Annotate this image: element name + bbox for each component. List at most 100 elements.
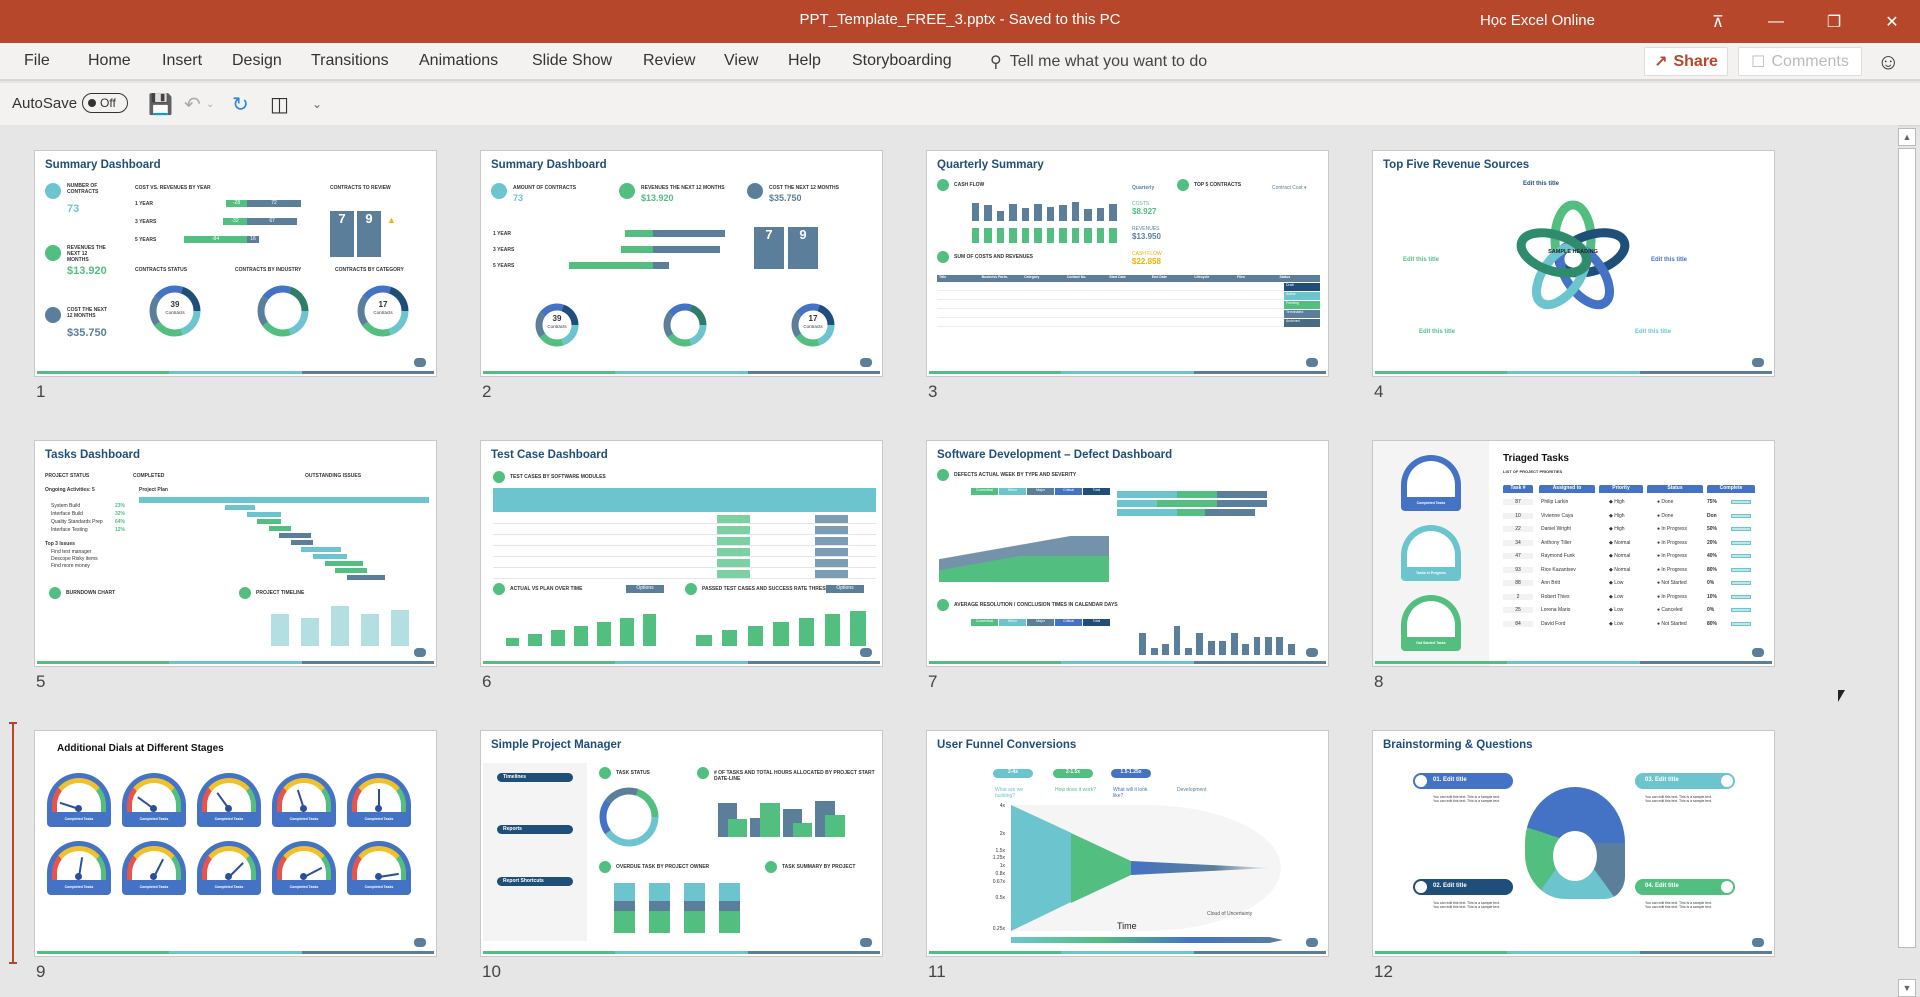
options-dropdown[interactable]: Options bbox=[626, 585, 664, 593]
slide-thumbnail[interactable]: Test Case Dashboard TEST CASES BY SOFTWAR… bbox=[480, 440, 883, 667]
tab-storyboarding[interactable]: Storyboarding bbox=[852, 52, 952, 70]
slide-thumbnail[interactable]: User Funnel Conversions 2-4x What are we b… bbox=[926, 730, 1329, 957]
scroll-down-arrow-icon[interactable]: ▼ bbox=[1898, 979, 1916, 997]
success-bar bbox=[717, 515, 750, 523]
progress-boxes bbox=[1731, 621, 1751, 626]
progress-boxes bbox=[1731, 527, 1751, 531]
section-icon bbox=[599, 861, 611, 873]
section-title: CASH FLOW bbox=[954, 182, 985, 188]
table-row: Pending bbox=[937, 301, 1320, 309]
slide-thumbnail[interactable]: Simple Project Manager Timelines Reports Re… bbox=[480, 730, 883, 957]
feedback-smiley-icon[interactable]: ☺ bbox=[1877, 49, 1899, 75]
vertical-scrollbar[interactable]: ▲ ▼ bbox=[1898, 128, 1918, 997]
tell-me-search[interactable]: ⚲ Tell me what you want to do bbox=[990, 52, 1207, 72]
section-title: AVERAGE RESOLUTION / CONCLUSION TIMES IN… bbox=[954, 602, 1118, 608]
dial-hub bbox=[150, 805, 157, 812]
table-header-cell: Status bbox=[1279, 275, 1291, 279]
save-icon[interactable]: 💾 bbox=[148, 92, 173, 117]
status: ● In Progress bbox=[1657, 553, 1687, 559]
period-label: Quarterly bbox=[1132, 185, 1155, 191]
redo-icon[interactable]: ↻ bbox=[232, 92, 249, 117]
y-tick: 0.67x bbox=[992, 879, 1005, 885]
autosave-toggle[interactable]: Off bbox=[82, 93, 128, 113]
tab-animations[interactable]: Animations bbox=[419, 52, 498, 70]
section-title: CONTRACTS BY CATEGORY bbox=[335, 267, 404, 273]
slide-thumbnail[interactable]: Summary Dashboard AMOUNT OF CONTRACTS 73 RE… bbox=[480, 150, 883, 377]
comments-button[interactable]: ☐ Comments bbox=[1738, 47, 1862, 76]
slide-thumbnail[interactable]: Triaged Tasks Completed Tasks Tasks in Pro… bbox=[1372, 440, 1775, 667]
undo-dropdown-icon[interactable]: ⌄ bbox=[206, 99, 214, 110]
kpi-icon bbox=[619, 183, 635, 199]
slide-thumbnail[interactable]: Top Five Revenue Sources SAMPLE HEADING Ed… bbox=[1372, 150, 1775, 377]
slide-title: Summary Dashboard bbox=[45, 159, 161, 171]
task-number: 88 bbox=[1503, 580, 1533, 586]
center-heading: SAMPLE HEADING bbox=[1548, 249, 1598, 255]
scroll-up-arrow-icon[interactable]: ▲ bbox=[1898, 128, 1916, 146]
y-tick: 1x bbox=[999, 863, 1005, 869]
tab-transitions[interactable]: Transitions bbox=[311, 52, 389, 70]
section-icon bbox=[937, 179, 949, 191]
tab-slide-show[interactable]: Slide Show bbox=[532, 52, 612, 70]
section-icon bbox=[1177, 179, 1189, 191]
footer-segment bbox=[1507, 661, 1640, 664]
chart-bar bbox=[1046, 206, 1054, 221]
tab-design[interactable]: Design bbox=[232, 52, 282, 70]
assignee: Rice Kazantsev bbox=[1541, 566, 1576, 573]
user-name[interactable]: Học Excel Online bbox=[1480, 12, 1595, 29]
chart-bar bbox=[1265, 637, 1272, 655]
item-title: Edit this title bbox=[1403, 257, 1439, 263]
menu-pill[interactable]: Timelines bbox=[497, 773, 573, 782]
chart-bar bbox=[1059, 227, 1067, 243]
slide-thumbnail[interactable]: Summary Dashboard NUMBER OF CONTRACTS 73 RE… bbox=[34, 150, 437, 377]
activity-pct: 64% bbox=[115, 519, 126, 525]
chart-bar bbox=[696, 634, 712, 646]
slide-thumbnail[interactable]: Additional Dials at Different Stages Comp… bbox=[34, 730, 437, 957]
tab-home[interactable]: Home bbox=[88, 52, 131, 70]
tab-file[interactable]: File bbox=[24, 52, 50, 70]
minimize-button[interactable]: — bbox=[1753, 0, 1799, 43]
undo-icon[interactable]: ↶ bbox=[184, 92, 201, 117]
dial-label: Completed Tasks bbox=[364, 817, 394, 821]
slide-thumbnail[interactable]: Software Development – Defect Dashboard D… bbox=[926, 440, 1329, 667]
slide-thumbnail[interactable]: Brainstorming & Questions 01. Edit title Y… bbox=[1372, 730, 1775, 957]
sort-dropdown[interactable]: Contract Cost ▾ bbox=[1272, 185, 1306, 191]
close-button[interactable]: ✕ bbox=[1869, 0, 1915, 43]
slide-title: Brainstorming & Questions bbox=[1383, 739, 1533, 751]
footer-segment bbox=[169, 951, 302, 954]
start-slideshow-icon[interactable]: ◫ bbox=[270, 92, 289, 117]
share-button[interactable]: ↗ Share bbox=[1644, 47, 1728, 76]
table-row: Active bbox=[937, 292, 1320, 300]
scrollbar-thumb[interactable] bbox=[1898, 148, 1916, 948]
slide-number: 2 bbox=[482, 382, 492, 401]
tab-help[interactable]: Help bbox=[788, 52, 821, 70]
slide-thumbnail[interactable]: Tasks Dashboard PROJECT STATUS COMPLETED OU… bbox=[34, 440, 437, 667]
slide-thumbnail[interactable]: Quarterly Summary CASH FLOW Quarterly COSTS… bbox=[926, 150, 1329, 377]
slide-title: Tasks Dashboard bbox=[45, 449, 141, 461]
tab-view[interactable]: View bbox=[724, 52, 758, 70]
item-title: Edit this title bbox=[1651, 257, 1687, 263]
target-icon bbox=[1721, 881, 1733, 893]
menu-pill[interactable]: Reports bbox=[497, 825, 573, 834]
table-header-cell: Task # bbox=[1503, 485, 1533, 493]
menu-pill[interactable]: Report Shortcuts bbox=[497, 877, 573, 886]
search-placeholder: Tell me what you want to do bbox=[1009, 53, 1208, 70]
assignee: Ann Britt bbox=[1541, 580, 1561, 586]
item-body: You can edit this text. This is a sample… bbox=[1433, 795, 1500, 803]
priority: ◆ High bbox=[1609, 526, 1625, 532]
customize-qat-icon[interactable]: ⌄ bbox=[312, 97, 322, 111]
footer-segment bbox=[1193, 661, 1326, 664]
restore-button[interactable]: ❐ bbox=[1811, 0, 1857, 43]
tab-review[interactable]: Review bbox=[643, 52, 695, 70]
kpi-label: REVENUES THE NEXT 12 MONTHS bbox=[641, 185, 725, 191]
ribbon-display-options-icon[interactable]: ⊼ bbox=[1695, 0, 1741, 43]
slide-footer-bar bbox=[483, 371, 880, 374]
slide-number: 3 bbox=[928, 382, 938, 401]
complete-pct: 40% bbox=[1707, 553, 1718, 559]
table-header-cell: Critical bbox=[1055, 619, 1082, 626]
tab-insert[interactable]: Insert bbox=[162, 52, 202, 70]
chart-bar bbox=[1084, 227, 1092, 243]
chart-bar bbox=[528, 634, 543, 646]
page-number-badge bbox=[1306, 938, 1318, 947]
chart-bar bbox=[1109, 204, 1117, 221]
options-dropdown[interactable]: Options bbox=[826, 585, 864, 593]
